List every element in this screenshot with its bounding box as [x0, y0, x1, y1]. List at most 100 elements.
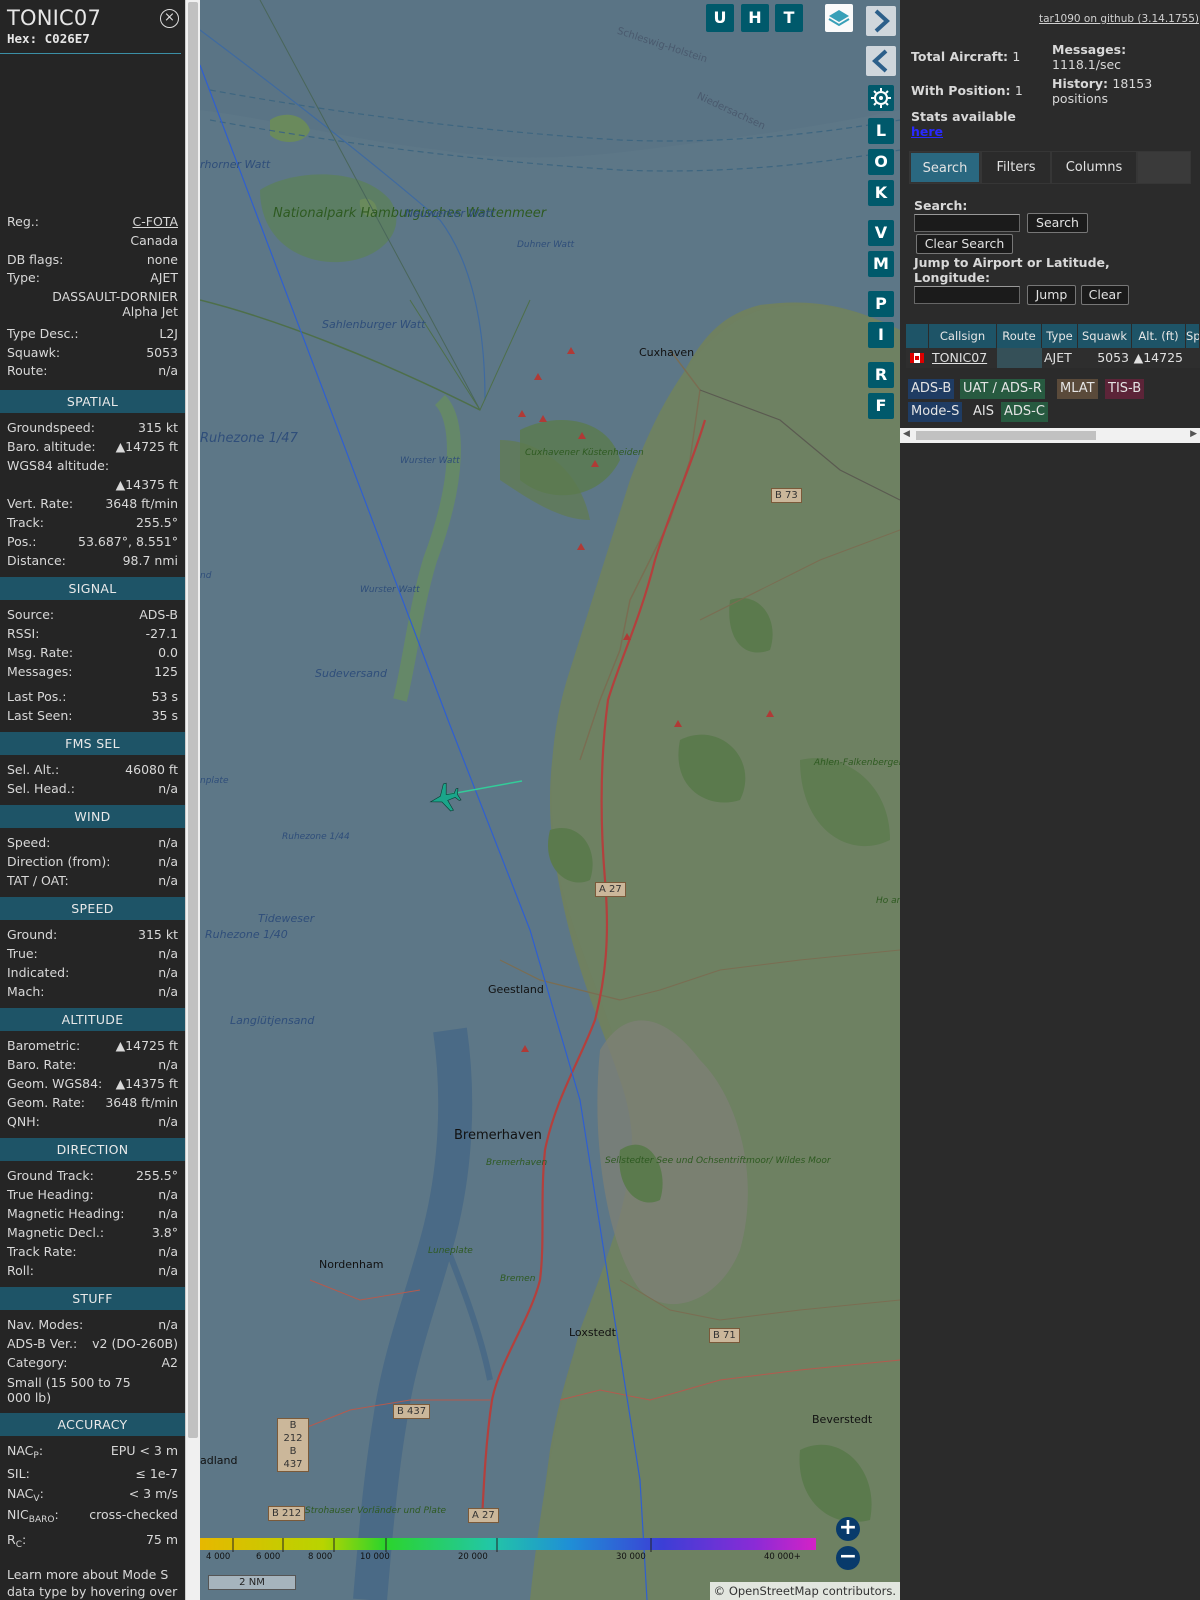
nacv-row: NACV: < 3 m/s	[7, 1484, 178, 1504]
layers-icon[interactable]	[825, 4, 853, 32]
button-p[interactable]: P	[868, 291, 894, 317]
tab-search[interactable]: Search	[910, 152, 980, 183]
direction-row: Roll: n/a	[7, 1261, 178, 1280]
gear-icon[interactable]	[868, 85, 894, 111]
detail-row-value: 5053	[146, 345, 178, 360]
section-accuracy[interactable]: ACCURACY	[0, 1413, 185, 1436]
altitude-tick-label: 8 000	[308, 1552, 333, 1562]
tab-filters[interactable]: Filters	[982, 152, 1050, 183]
header-divider	[0, 53, 181, 54]
section-direction[interactable]: DIRECTION	[0, 1138, 185, 1161]
nacp-row-label-text: NAC	[7, 1443, 34, 1458]
detail-row-value: L2J	[159, 326, 178, 341]
signal-row: Last Pos.: 53 s	[7, 687, 178, 706]
scroll-right-icon[interactable]: ▶	[1190, 429, 1197, 439]
column-route[interactable]: Route	[997, 324, 1042, 348]
detail-row-value[interactable]: C-FOTA	[133, 212, 178, 231]
scrollbar-thumb[interactable]	[916, 431, 1096, 440]
wind-row-value: n/a	[158, 835, 178, 850]
search-button[interactable]: Search	[1027, 213, 1088, 233]
column-squawk[interactable]: Squawk	[1078, 324, 1132, 348]
column-altitude[interactable]: Alt. (ft)	[1132, 324, 1186, 348]
source-mlat: MLAT	[1057, 379, 1098, 399]
detail-row-label: Squawk:	[7, 345, 61, 360]
zoom-out-button[interactable]: −	[836, 1546, 860, 1570]
button-o[interactable]: O	[868, 149, 894, 175]
tab-columns[interactable]: Columns	[1052, 152, 1136, 183]
signal-row: Source: ADS-B	[7, 605, 178, 624]
button-f[interactable]: F	[868, 393, 894, 419]
jump-input[interactable]	[914, 286, 1020, 304]
altitude-row: QNH: n/a	[7, 1112, 178, 1131]
button-i[interactable]: I	[868, 322, 894, 348]
map-label-ruhezone-147: Ruhezone 1/47	[200, 431, 298, 446]
row-callsign[interactable]: TONIC07	[929, 348, 997, 368]
direction-row-label: Magnetic Heading:	[7, 1206, 125, 1221]
clear-button[interactable]: Clear	[1081, 285, 1129, 305]
map-view[interactable]: Nationalpark Hamburgisches Wattenmeer Ne…	[200, 0, 900, 1600]
signal-row-label: Last Pos.:	[7, 689, 67, 704]
stats-here-link[interactable]: here	[911, 124, 1016, 139]
speed-row-label: Ground:	[7, 927, 58, 942]
detail-row: Reg.: C-FOTA	[7, 212, 178, 231]
spatial-row: Pos.: 53.687°, 8.551°	[7, 532, 178, 551]
section-altitude[interactable]: ALTITUDE	[0, 1008, 185, 1031]
sidebar-scrollbar[interactable]	[185, 0, 200, 1600]
with-position: With Position: 1	[911, 83, 1023, 98]
column-flag[interactable]	[906, 324, 929, 348]
chevron-left-icon[interactable]	[866, 46, 896, 76]
search-input[interactable]	[914, 214, 1020, 232]
button-t[interactable]: T	[775, 4, 803, 32]
signal-row: Msg. Rate: 0.0	[7, 643, 178, 662]
map-label-horner-watt: rhorner Watt	[200, 158, 271, 171]
sidebar-scrollbar-thumb[interactable]	[188, 2, 198, 1438]
stuff-row-value: n/a	[158, 1317, 178, 1332]
signal-row-label: Source:	[7, 607, 55, 622]
search-label: Search:	[914, 198, 968, 213]
section-spatial[interactable]: SPATIAL	[0, 390, 185, 413]
section-fms[interactable]: FMS SEL	[0, 732, 185, 755]
zoom-in-button[interactable]: +	[836, 1517, 860, 1541]
map-label-neuwerker: Neuwerker Watt	[405, 207, 495, 220]
column-type[interactable]: Type	[1042, 324, 1078, 348]
scroll-left-icon[interactable]: ◀	[903, 429, 910, 439]
close-icon[interactable]: ⨯	[160, 9, 179, 28]
button-l[interactable]: L	[868, 118, 894, 144]
nicbaro-row-label-text: NIC	[7, 1507, 29, 1522]
button-r[interactable]: R	[868, 362, 894, 388]
stuff-row-label: ADS-B Ver.:	[7, 1336, 78, 1351]
github-link[interactable]: tar1090 on github (3.14.1755)	[1039, 13, 1199, 25]
spatial-row-value: 255.5°	[135, 515, 178, 530]
altitude-tick-label: 4 000	[206, 1552, 231, 1562]
section-speed[interactable]: SPEED	[0, 897, 185, 920]
speed-row-label: True:	[7, 946, 38, 961]
section-stuff[interactable]: STUFF	[0, 1287, 185, 1310]
section-wind[interactable]: WIND	[0, 805, 185, 828]
button-v[interactable]: V	[868, 220, 894, 246]
button-k[interactable]: K	[868, 180, 894, 206]
button-u[interactable]: U	[706, 4, 734, 32]
clear-search-button[interactable]: Clear Search	[916, 234, 1013, 254]
spatial-row-label: Track:	[7, 515, 44, 530]
button-m[interactable]: M	[868, 251, 894, 277]
osm-link[interactable]: OpenStreetMap	[729, 1584, 819, 1598]
fms-row-label: Sel. Head.:	[7, 781, 75, 796]
column-callsign[interactable]: Callsign	[929, 324, 997, 348]
speed-row-value: 315 kt	[138, 927, 178, 942]
direction-row: True Heading: n/a	[7, 1185, 178, 1204]
speed-row: Mach: n/a	[7, 982, 178, 1001]
altitude-tick-label: 30 000	[616, 1552, 646, 1562]
jump-button[interactable]: Jump	[1027, 285, 1076, 305]
spatial-row-value: ▲14725 ft	[115, 439, 178, 454]
column-speed[interactable]: Sp	[1186, 324, 1200, 348]
spatial-row: ▲14375 ft	[7, 475, 178, 494]
spatial-row-value: ▲14375 ft	[115, 477, 178, 492]
learn-more-text: Learn more about Mode S data type by hov…	[7, 1567, 178, 1599]
map-label-duhner: Duhner Watt	[517, 240, 575, 250]
button-h[interactable]: H	[741, 4, 769, 32]
table-horizontal-scrollbar[interactable]: ◀ ▶	[900, 428, 1200, 443]
section-signal[interactable]: SIGNAL	[0, 577, 185, 600]
chevron-right-icon[interactable]	[866, 6, 896, 36]
speed-row-value: n/a	[158, 984, 178, 999]
direction-row-label: True Heading:	[7, 1187, 94, 1202]
